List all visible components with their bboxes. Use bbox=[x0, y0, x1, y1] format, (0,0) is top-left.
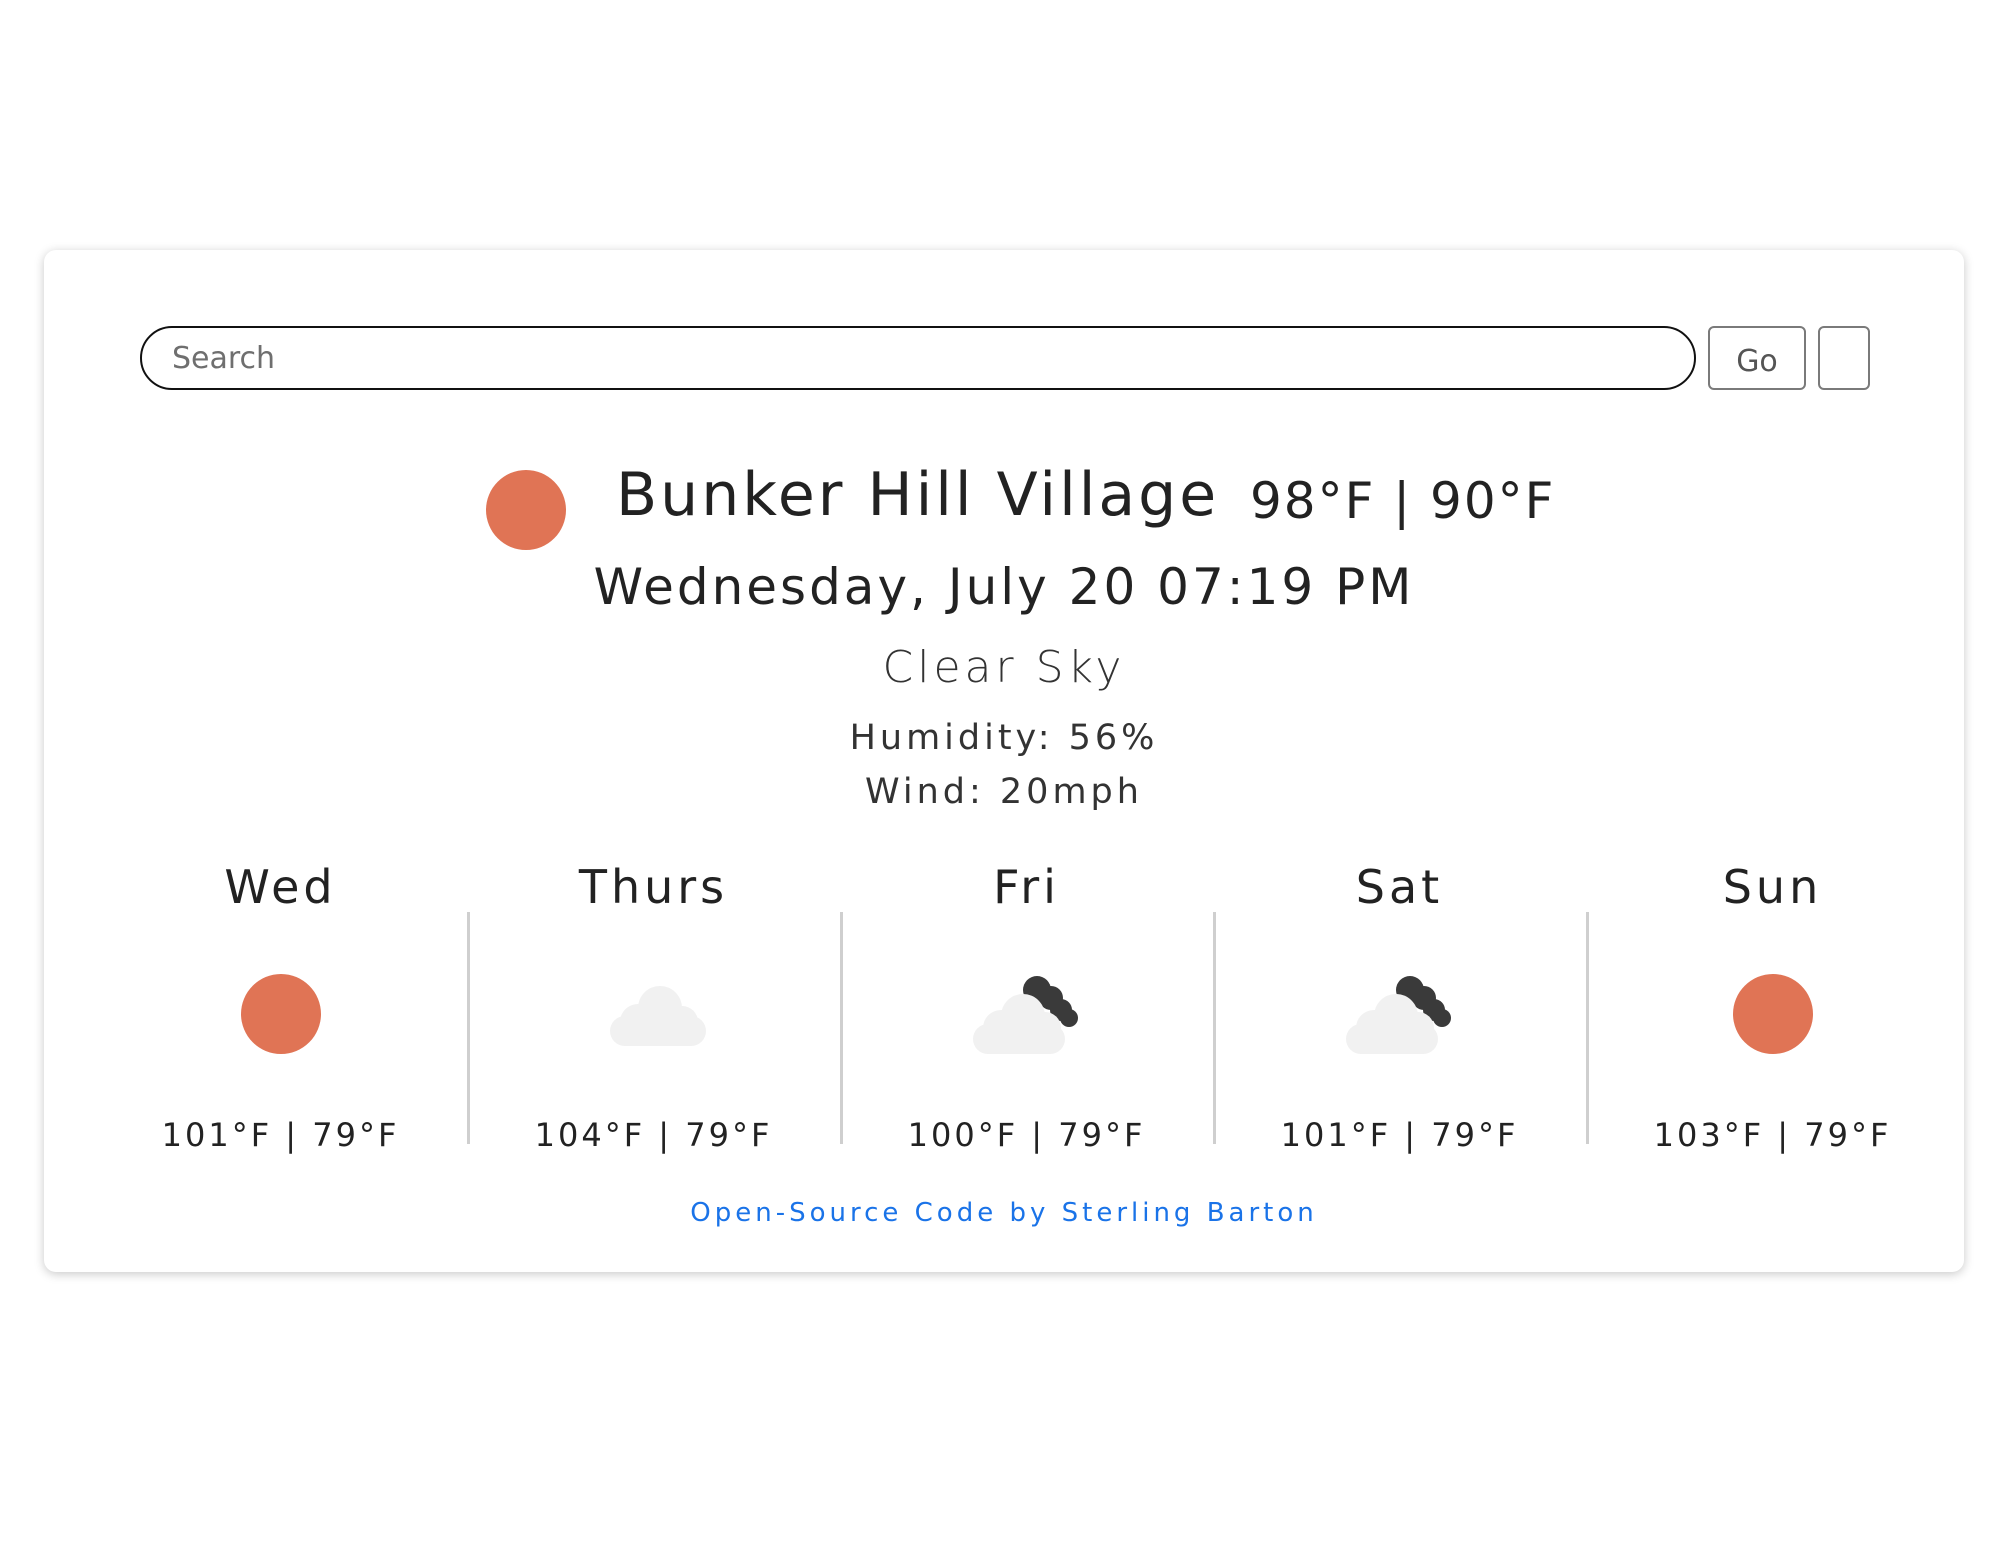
wind-speed: Wind: 20mph bbox=[865, 772, 1143, 812]
current-temperature-range: 98°F | 90°F bbox=[1250, 472, 1556, 530]
forecast-temperature-range: 101°F | 79°F bbox=[161, 1116, 400, 1154]
forecast-day-name: Sun bbox=[1722, 860, 1823, 914]
five-day-forecast: Wed 101°F | 79°F Thurs 104°F | 79°F Fri … bbox=[94, 860, 1959, 1190]
forecast-temperature-range: 104°F | 79°F bbox=[534, 1116, 773, 1154]
search-input[interactable] bbox=[140, 326, 1696, 390]
weather-condition: Clear Sky bbox=[882, 642, 1126, 693]
forecast-day: Wed 101°F | 79°F bbox=[94, 860, 467, 1190]
sun-icon bbox=[486, 470, 566, 550]
night-cloudy-icon bbox=[967, 964, 1087, 1064]
forecast-day-name: Sat bbox=[1355, 860, 1444, 914]
sun-icon bbox=[221, 964, 341, 1064]
humidity: Humidity: 56% bbox=[849, 718, 1159, 758]
forecast-day-name: Wed bbox=[224, 860, 337, 914]
forecast-day: Fri 100°F | 79°F bbox=[840, 860, 1213, 1190]
current-datetime: Wednesday, July 20 07:19 PM bbox=[593, 558, 1415, 616]
search-bar: Go bbox=[140, 326, 1872, 390]
forecast-day-name: Fri bbox=[993, 860, 1060, 914]
location-button[interactable] bbox=[1818, 326, 1870, 390]
cloud-icon bbox=[594, 964, 714, 1064]
go-button[interactable]: Go bbox=[1708, 326, 1806, 390]
source-code-link[interactable]: Open-Source Code by Sterling Barton bbox=[44, 1198, 1964, 1228]
forecast-temperature-range: 100°F | 79°F bbox=[907, 1116, 1146, 1154]
city-name: Bunker Hill Village bbox=[616, 460, 1220, 530]
forecast-temperature-range: 101°F | 79°F bbox=[1280, 1116, 1519, 1154]
forecast-day: Thurs 104°F | 79°F bbox=[467, 860, 840, 1190]
forecast-day: Sat 101°F | 79°F bbox=[1213, 860, 1586, 1190]
sun-icon bbox=[1713, 964, 1833, 1064]
forecast-temperature-range: 103°F | 79°F bbox=[1653, 1116, 1892, 1154]
forecast-day-name: Thurs bbox=[578, 860, 729, 914]
forecast-day: Sun 103°F | 79°F bbox=[1586, 860, 1959, 1190]
weather-card: Go Bunker Hill Village 98°F | 90°F Wedne… bbox=[44, 250, 1964, 1272]
night-cloudy-icon bbox=[1340, 964, 1460, 1064]
